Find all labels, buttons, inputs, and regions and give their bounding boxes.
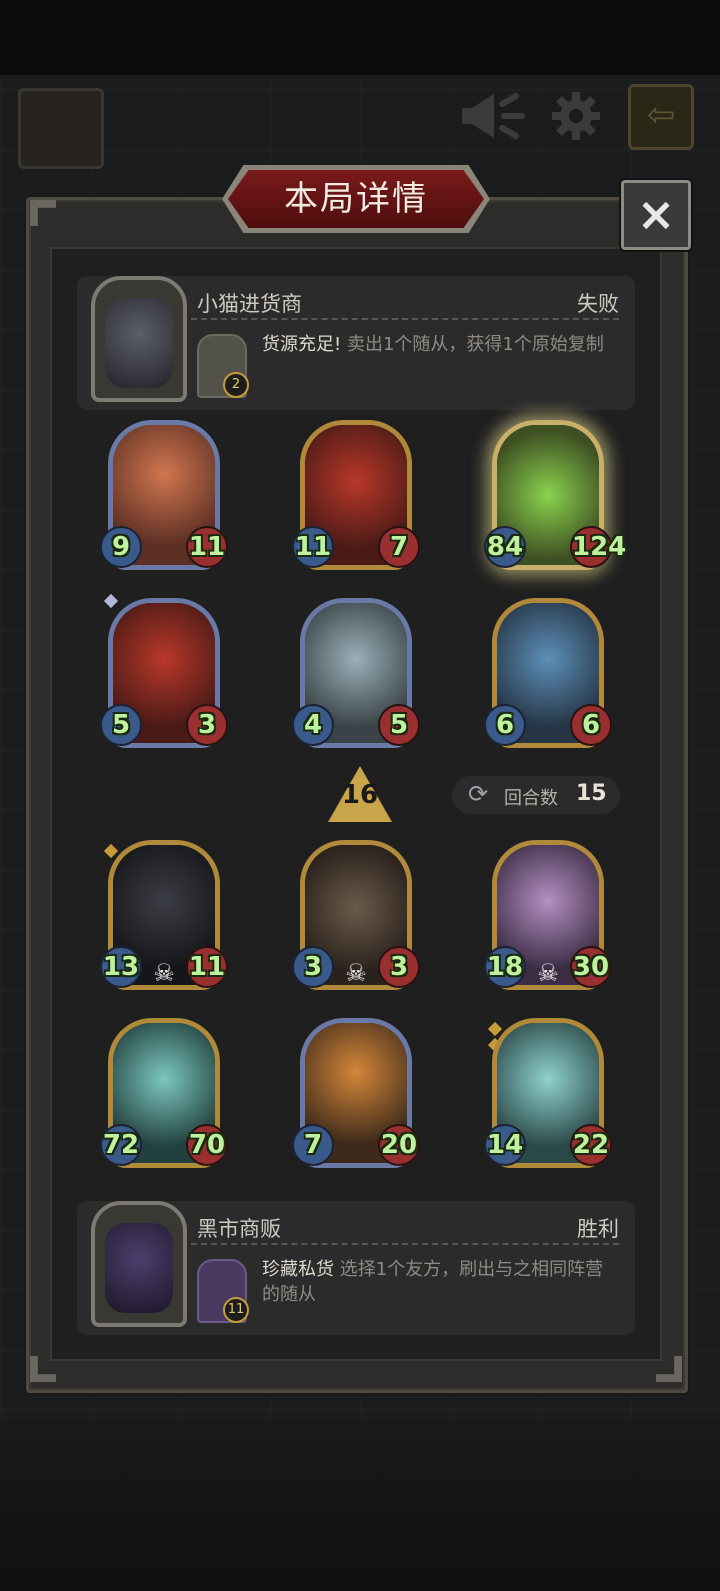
health-stat: 70: [186, 1124, 228, 1166]
attack-stat: 13: [100, 946, 142, 988]
attack-stat: 6: [484, 704, 526, 746]
health-stat: 22: [570, 1124, 612, 1166]
minion-card[interactable]: 11 7: [292, 420, 420, 578]
skull-icon: ☠: [537, 959, 559, 987]
gear-icon: [550, 90, 602, 151]
opponent-name: 黑市商贩: [197, 1217, 281, 1241]
attack-stat: 7: [292, 1124, 334, 1166]
skull-icon: ☠: [345, 959, 367, 987]
attack-stat: 84: [484, 526, 526, 568]
attack-stat: 4: [292, 704, 334, 746]
health-stat: 30: [570, 946, 612, 988]
close-button[interactable]: ×: [621, 180, 691, 250]
turn-value: 15: [576, 781, 607, 806]
opponent-result: 胜利: [577, 1217, 619, 1241]
health-stat: 3: [378, 946, 420, 988]
health-stat: 11: [186, 946, 228, 988]
attack-stat: 18: [484, 946, 526, 988]
turn-label: 回合数: [504, 788, 558, 809]
hero-power-level: 2: [223, 372, 249, 398]
player-avatar: [18, 88, 104, 169]
minion-card[interactable]: 18 30 ☠: [484, 840, 612, 998]
panel-title: 本局详情: [284, 179, 428, 219]
health-stat: 7: [378, 526, 420, 568]
hero-power-title: 珍藏私货: [262, 1259, 334, 1280]
health-stat: 3: [186, 704, 228, 746]
minion-card[interactable]: 5 3: [100, 593, 228, 756]
divider: [191, 1243, 619, 1245]
opponent-row-top: 小猫进货商 失败 2 货源充足! 卖出1个随从，获得1个原始复制: [77, 276, 635, 410]
minion-card[interactable]: 14 22: [484, 1018, 612, 1176]
health-stat: 124: [570, 526, 626, 568]
minion-card[interactable]: 13 11 ☠: [100, 840, 228, 998]
health-stat: 5: [378, 704, 420, 746]
opponent-result: 失败: [577, 292, 619, 316]
attack-stat: 14: [484, 1124, 526, 1166]
minion-card[interactable]: 3 3 ☠: [292, 840, 420, 998]
hero-power-level: 11: [223, 1297, 249, 1323]
hero-power-description: 珍藏私货 选择1个友方，刷出与之相同阵营的随从: [262, 1257, 620, 1307]
exit-icon: ⇦: [628, 84, 694, 150]
opponent-portrait: [91, 1201, 187, 1327]
opponent-name: 小猫进货商: [197, 292, 302, 316]
attack-stat: 72: [100, 1124, 142, 1166]
minion-card[interactable]: 7 20: [292, 1018, 420, 1176]
opponent-row-bottom: 黑市商贩 胜利 11 珍藏私货 选择1个友方，刷出与之相同阵营的随从: [77, 1201, 635, 1335]
floor-background: [0, 1420, 720, 1591]
health-stat: 20: [378, 1124, 420, 1166]
hero-power-title: 货源充足!: [262, 334, 342, 355]
attack-stat: 9: [100, 526, 142, 568]
attack-stat: 5: [100, 704, 142, 746]
skull-icon: ☠: [153, 959, 175, 987]
health-stat: 11: [186, 526, 228, 568]
minion-card[interactable]: 6 6: [484, 598, 612, 756]
turn-counter: ⟳ 回合数 15: [452, 776, 620, 814]
opponent-portrait: [91, 276, 187, 402]
hero-power-description: 货源充足! 卖出1个随从，获得1个原始复制: [262, 332, 620, 357]
minion-card[interactable]: 72 70: [100, 1018, 228, 1176]
cat-merchant-portrait: [105, 298, 173, 388]
attack-stat: 11: [292, 526, 334, 568]
minion-card[interactable]: 9 11: [100, 420, 228, 578]
tier-value: 16: [341, 780, 379, 810]
minion-card[interactable]: 84 124: [484, 420, 626, 578]
tavern-tier-indicator: 16: [328, 766, 392, 822]
attack-stat: 3: [292, 946, 334, 988]
megaphone-icon: [458, 90, 526, 151]
divider: [191, 318, 619, 320]
top-bar-background: [0, 0, 720, 75]
close-icon: ×: [636, 187, 676, 241]
black-market-portrait: [105, 1223, 173, 1313]
health-stat: 6: [570, 704, 612, 746]
hero-power-text: 卖出1个随从，获得1个原始复制: [346, 334, 604, 355]
minion-card[interactable]: 4 5: [292, 598, 420, 756]
refresh-icon: ⟳: [468, 780, 489, 808]
